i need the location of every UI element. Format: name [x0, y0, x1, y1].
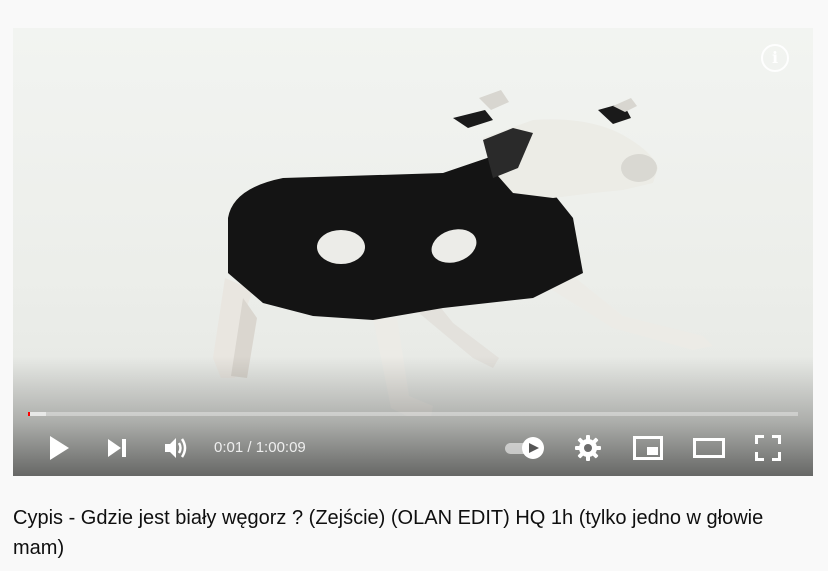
miniplayer-icon — [633, 436, 663, 460]
miniplayer-button[interactable] — [628, 420, 668, 476]
theater-mode-icon — [693, 438, 725, 458]
volume-icon — [165, 438, 187, 458]
duration: 1:00:09 — [255, 439, 306, 456]
volume-button[interactable] — [157, 420, 197, 476]
autoplay-toggle[interactable] — [501, 420, 549, 476]
progress-loaded — [28, 412, 47, 416]
next-icon — [108, 439, 126, 457]
play-button[interactable] — [39, 420, 79, 476]
progress-played — [28, 412, 30, 416]
info-icon[interactable]: i — [761, 44, 789, 72]
next-button[interactable] — [97, 420, 137, 476]
video-player[interactable]: i 0:01 / 1:00:09 — [13, 28, 813, 476]
progress-bar[interactable] — [28, 412, 798, 416]
play-icon — [50, 436, 69, 460]
settings-gear-icon — [575, 435, 601, 461]
autoplay-toggle-icon — [505, 437, 544, 459]
settings-button[interactable] — [568, 420, 608, 476]
time-separator: / — [243, 439, 256, 456]
time-display: 0:01 / 1:00:09 — [214, 420, 306, 476]
current-time: 0:01 — [214, 439, 244, 456]
theater-mode-button[interactable] — [687, 420, 731, 476]
player-controls: 0:01 / 1:00:09 — [13, 420, 813, 476]
fullscreen-icon — [755, 435, 781, 461]
video-title: Cypis - Gdzie jest biały węgorz ? (Zejśc… — [13, 507, 764, 559]
fullscreen-button[interactable] — [748, 420, 788, 476]
